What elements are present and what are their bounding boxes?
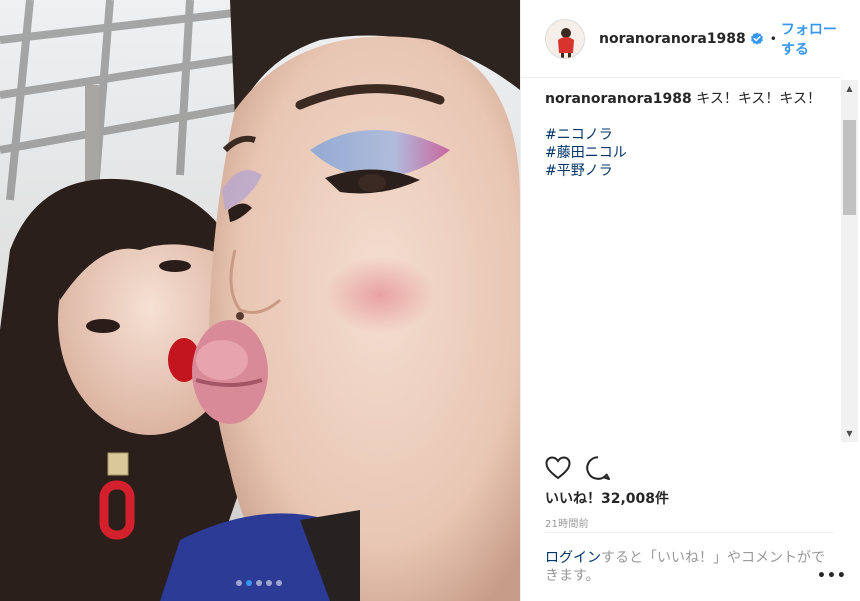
- post-details-panel: noranoranora1988 • フォローする noranoranora19…: [520, 0, 860, 601]
- login-link[interactable]: ログイン: [545, 550, 601, 566]
- header-username[interactable]: noranoranora1988: [599, 31, 746, 47]
- header-separator: •: [769, 31, 777, 46]
- hashtag-list: #ニコノラ #藤田ニコル #平野ノラ: [545, 126, 835, 180]
- follow-button[interactable]: フォローする: [781, 19, 841, 59]
- carousel-dot[interactable]: [246, 580, 252, 586]
- heart-outline-icon[interactable]: [545, 456, 571, 484]
- carousel-indicator: [236, 580, 282, 586]
- avatar[interactable]: [545, 18, 585, 59]
- hashtag-link[interactable]: #平野ノラ: [545, 162, 835, 180]
- carousel-dot[interactable]: [266, 580, 272, 586]
- scroll-up-arrow-icon[interactable]: ▲: [841, 80, 858, 97]
- carousel-dot[interactable]: [276, 580, 282, 586]
- scroll-down-arrow-icon[interactable]: ▼: [841, 425, 858, 442]
- post-actions: [545, 455, 611, 485]
- carousel-dot[interactable]: [256, 580, 262, 586]
- post-timestamp[interactable]: 21時間前: [545, 515, 589, 530]
- post-caption: noranoranora1988 キス！キス！キス！ #ニコノラ #藤田ニコル …: [545, 90, 835, 180]
- login-prompt: ログインすると「いいね！」やコメントができます。: [545, 532, 835, 585]
- likes-count[interactable]: いいね！32,008件: [545, 488, 669, 508]
- comments-scrollbar[interactable]: ▲ ▼: [841, 80, 858, 442]
- selfie-image: [0, 0, 520, 601]
- more-dots-icon[interactable]: •••: [817, 568, 847, 584]
- caption-username[interactable]: noranoranora1988: [545, 91, 692, 107]
- caption-text: キス！キス！キス！: [696, 91, 821, 107]
- carousel-dot[interactable]: [236, 580, 242, 586]
- hashtag-link[interactable]: #藤田ニコル: [545, 144, 835, 162]
- post-header: noranoranora1988 • フォローする: [521, 0, 841, 78]
- hashtag-link[interactable]: #ニコノラ: [545, 126, 835, 144]
- comment-bubble-icon[interactable]: [585, 455, 611, 485]
- verified-badge-icon: [750, 32, 764, 46]
- scroll-thumb[interactable]: [843, 120, 856, 215]
- post-photo[interactable]: [0, 0, 520, 601]
